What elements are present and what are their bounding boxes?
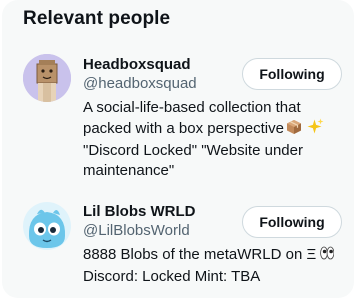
package-emoji-icon — [286, 119, 302, 141]
person-handle[interactable]: @LilBlobsWorld — [83, 221, 190, 241]
person-bio: 8888 Blobs of the metaWRLD on Ξ Discord:… — [83, 245, 345, 287]
bio-line-text: packed with a box perspective — [83, 120, 284, 137]
bio-line: Discord: Locked Mint: TBA — [83, 268, 261, 285]
eyes-emoji-icon — [320, 245, 335, 267]
person-bio: A social-life-based collection that pack… — [83, 98, 345, 181]
following-button[interactable]: Following — [242, 206, 342, 238]
avatar[interactable] — [23, 54, 71, 102]
box-head-avatar-icon — [23, 54, 71, 102]
bio-line-text: 8888 Blobs of the metaWRLD on Ξ — [83, 246, 317, 263]
person-handle[interactable]: @headboxsquad — [83, 74, 197, 94]
bio-line: A social-life-based collection that — [83, 99, 301, 116]
bio-line-with-emoji: packed with a box perspective — [83, 118, 345, 141]
section-title: Relevant people — [23, 8, 171, 29]
blue-blob-avatar-icon — [23, 202, 71, 250]
bio-line-with-emoji: 8888 Blobs of the metaWRLD on Ξ — [83, 245, 345, 267]
following-button[interactable]: Following — [242, 58, 342, 90]
relevant-people-card: Relevant people Headboxsquad @headboxsqu… — [2, 0, 354, 298]
bio-line: "Discord Locked" "Website under — [83, 142, 303, 159]
person-name[interactable]: Lil Blobs WRLD — [83, 202, 196, 222]
bio-line: maintenance" — [83, 162, 175, 179]
person-name[interactable]: Headboxsquad — [83, 55, 191, 75]
sparkles-emoji-icon — [307, 118, 324, 141]
avatar[interactable] — [23, 202, 71, 250]
